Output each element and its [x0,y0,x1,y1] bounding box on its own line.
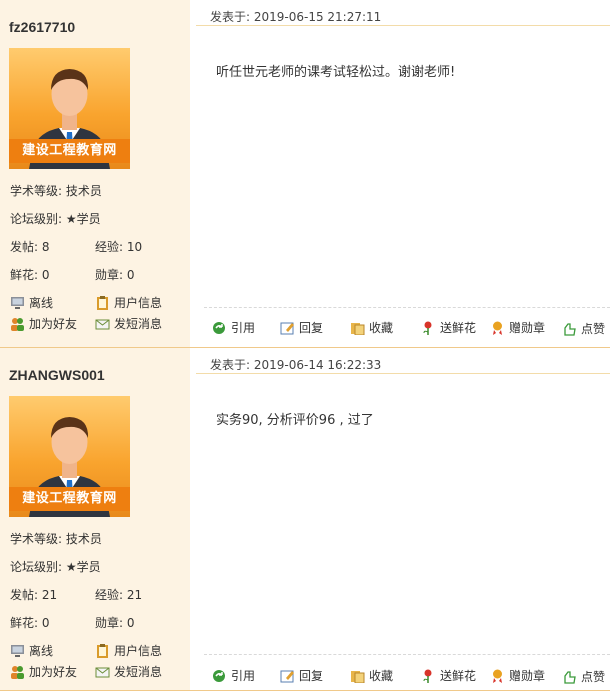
avatar[interactable]: 建设工程教育网 [9,48,130,169]
reply-icon [280,669,295,683]
flower-count: 鲜花: 0 [10,616,50,630]
add-friend-link[interactable]: 加为好友 [10,663,77,680]
message-icon [95,317,110,331]
status-label: 离线 [29,296,54,310]
favorite-icon [350,669,365,683]
forum-level: 论坛级别: ★学员 [10,560,101,574]
thumbs-up-icon [562,322,577,336]
post-timestamp: 发表于: 2019-06-14 16:22:33 [210,358,382,372]
medal-count: 勋章: 0 [95,616,135,630]
post-content: 实务90, 分析评价96 , 过了 [216,413,374,428]
username[interactable]: ZHANGWS001 [9,367,105,383]
academic-level: 学术等级: 技术员 [10,184,102,198]
add-friend-label: 加为好友 [29,317,78,331]
quote-label: 引用 [231,321,256,335]
favorite-button[interactable]: 收藏 [350,667,393,684]
thumbs-up-icon [562,670,577,684]
avatar[interactable]: 建设工程教育网 [9,396,130,517]
favorite-label: 收藏 [369,321,394,335]
add-friend-icon [10,317,25,331]
send-flower-label: 送鲜花 [440,669,477,683]
like-button[interactable]: 点赞 [562,320,605,337]
user-info-label: 用户信息 [114,644,163,658]
give-medal-button[interactable]: 赠勋章 [490,319,545,336]
medal-count: 勋章: 0 [95,268,135,282]
medal-icon [490,669,505,683]
offline-status: 离线 [10,642,53,659]
send-message-link[interactable]: 发短消息 [95,315,162,332]
like-label: 点赞 [581,322,606,336]
reply-button[interactable]: 回复 [280,667,323,684]
add-friend-icon [10,665,25,679]
flower-count: 鲜花: 0 [10,268,50,282]
user-info-label: 用户信息 [114,296,163,310]
clipboard-icon [95,643,110,658]
favorite-button[interactable]: 收藏 [350,319,393,336]
forum-level: 论坛级别: ★学员 [10,212,101,226]
post-content: 听任世元老师的课考试轻松过。谢谢老师! [216,65,456,80]
quote-label: 引用 [231,669,256,683]
send-flower-label: 送鲜花 [440,321,477,335]
reply-label: 回复 [299,321,324,335]
user-sidebar: ZHANGWS001 建设工程教育网 学术等级: 技术员 论坛级别: ★学员 发… [0,348,190,690]
send-flower-button[interactable]: 送鲜花 [421,667,476,684]
user-info-link[interactable]: 用户信息 [95,294,162,311]
reply-icon [280,321,295,335]
post-timestamp: 发表于: 2019-06-15 21:27:11 [210,10,382,24]
offline-status: 离线 [10,294,53,311]
username[interactable]: fz2617710 [9,19,75,35]
post-count: 发帖: 8 [10,240,50,254]
academic-level: 学术等级: 技术员 [10,532,102,546]
flower-icon [421,669,436,683]
status-label: 离线 [29,644,54,658]
quote-button[interactable]: 引用 [212,319,255,336]
post-1: fz2617710 建设工程教育网 学术等级: 技术员 论坛级别: ★学员 发帖… [0,0,610,348]
add-friend-link[interactable]: 加为好友 [10,315,77,332]
send-message-label: 发短消息 [114,317,163,331]
quote-icon [212,321,227,335]
add-friend-label: 加为好友 [29,665,78,679]
post-count: 发帖: 21 [10,588,58,602]
favorite-icon [350,321,365,335]
like-button[interactable]: 点赞 [562,668,605,685]
experience: 经验: 21 [95,588,143,602]
user-info-link[interactable]: 用户信息 [95,642,162,659]
divider [204,654,610,655]
favorite-label: 收藏 [369,669,394,683]
send-flower-button[interactable]: 送鲜花 [421,319,476,336]
post-2: ZHANGWS001 建设工程教育网 学术等级: 技术员 论坛级别: ★学员 发… [0,348,610,691]
send-message-link[interactable]: 发短消息 [95,663,162,680]
quote-icon [212,669,227,683]
quote-button[interactable]: 引用 [212,667,255,684]
flower-icon [421,321,436,335]
user-sidebar: fz2617710 建设工程教育网 学术等级: 技术员 论坛级别: ★学员 发帖… [0,0,190,347]
medal-icon [490,321,505,335]
computer-icon [10,296,25,310]
reply-label: 回复 [299,669,324,683]
reply-button[interactable]: 回复 [280,319,323,336]
give-medal-button[interactable]: 赠勋章 [490,667,545,684]
divider [196,373,610,374]
divider [196,25,610,26]
give-medal-label: 赠勋章 [509,669,546,683]
avatar-banner: 建设工程教育网 [9,139,130,163]
experience: 经验: 10 [95,240,143,254]
send-message-label: 发短消息 [114,665,163,679]
post-body: 发表于: 2019-06-15 21:27:11 听任世元老师的课考试轻松过。谢… [192,0,610,347]
give-medal-label: 赠勋章 [509,321,546,335]
message-icon [95,665,110,679]
post-body: 发表于: 2019-06-14 16:22:33 实务90, 分析评价96 , … [192,348,610,690]
computer-icon [10,644,25,658]
like-label: 点赞 [581,670,606,684]
avatar-banner: 建设工程教育网 [9,487,130,511]
divider [204,307,610,308]
clipboard-icon [95,295,110,310]
